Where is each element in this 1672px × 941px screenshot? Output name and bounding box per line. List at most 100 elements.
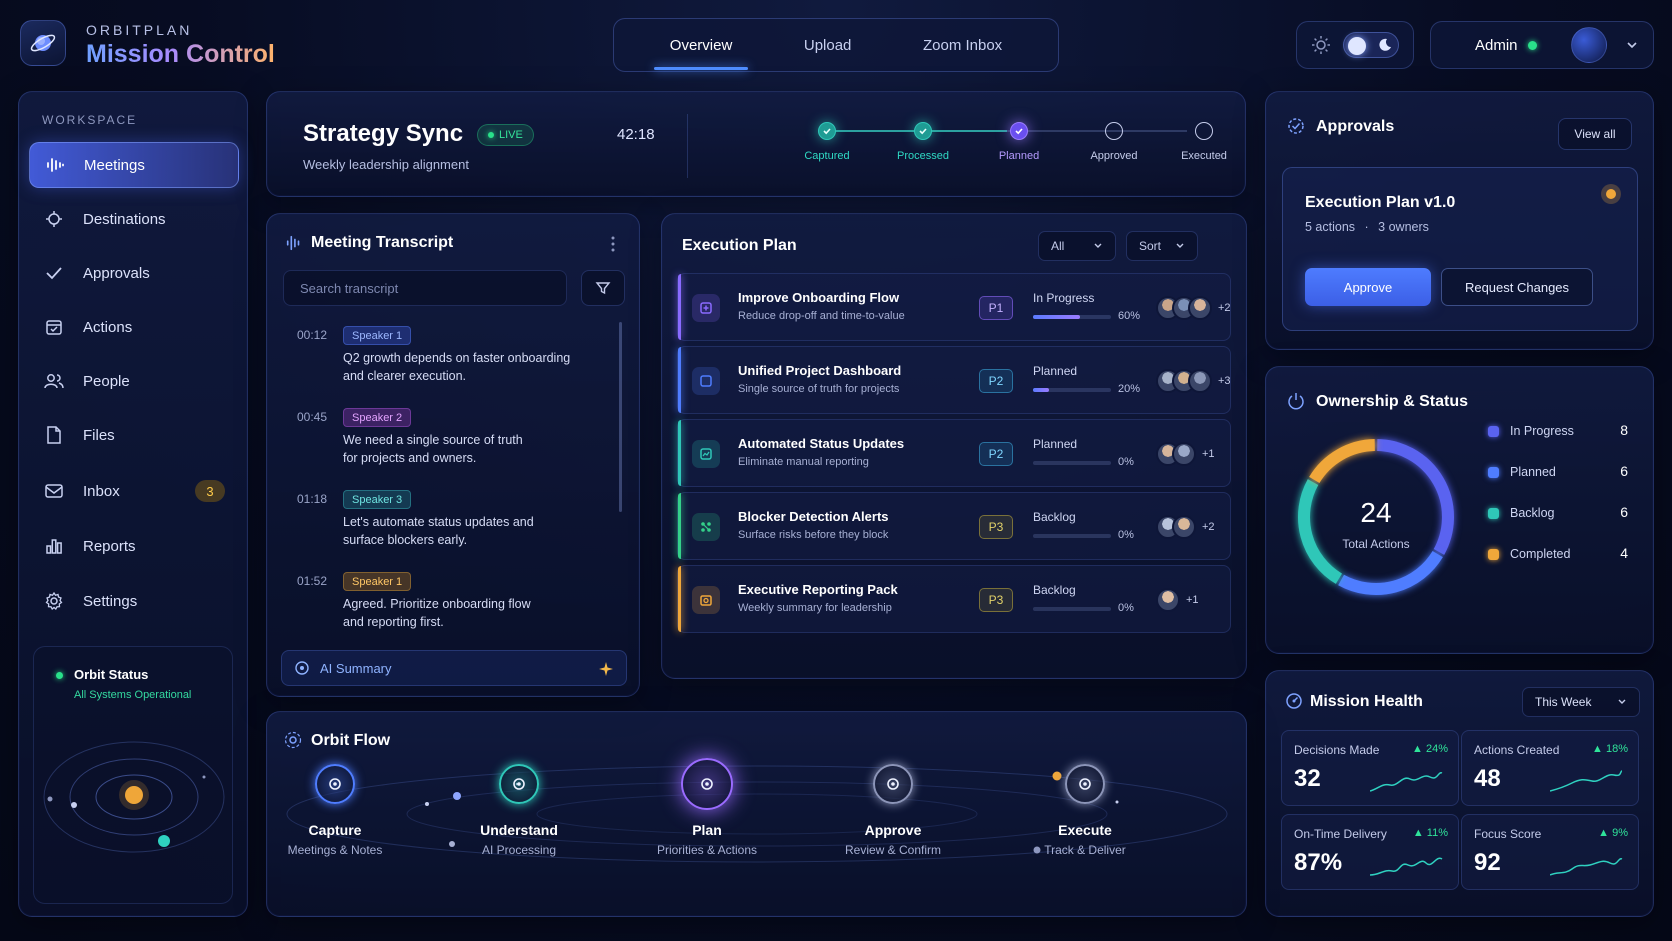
tab-upload[interactable]: Upload [788,21,868,70]
task-title: Improve Onboarding Flow [738,290,900,305]
task-icon [692,440,720,468]
dashboard-icon [700,375,712,387]
sidebar-item-meetings[interactable]: Meetings [29,142,239,188]
avatar [1172,515,1196,539]
task-row[interactable]: Unified Project Dashboard Single source o… [677,346,1231,414]
tab-overview[interactable]: Overview [653,21,749,70]
entry-text: We need a single source of truth for proj… [343,431,603,467]
more-assignees-count: +1 [1186,594,1199,606]
user-menu[interactable]: Admin [1430,21,1654,69]
more-vertical-icon[interactable] [611,236,615,252]
task-status: Planned [1033,364,1078,378]
flow-stage-capture[interactable]: Capture Meetings & Notes [255,764,415,857]
theme-switch[interactable] [1343,32,1399,58]
pipeline-step-planned[interactable]: Planned [979,122,1059,162]
tab-zoom-inbox[interactable]: Zoom Inbox [907,21,1018,70]
sidebar-item-people[interactable]: People [29,358,239,404]
flow-stage-understand[interactable]: Understand AI Processing [439,764,599,857]
pipeline-step-processed[interactable]: Processed [883,122,963,162]
progress-fill [1033,315,1080,319]
flow-stage-subtitle: Meetings & Notes [287,843,383,857]
request-changes-button[interactable]: Request Changes [1441,268,1593,306]
metric-label: Actions Created [1474,743,1560,757]
mission-health-panel: Mission Health This Week Decisions Made ▲… [1265,670,1654,917]
task-status: Planned [1033,437,1078,451]
gear-check-icon [1288,118,1304,134]
sidebar-item-inbox[interactable]: Inbox 3 [29,468,239,514]
progress-bar [1033,461,1111,465]
legend-item: Backlog 6 [1488,504,1628,524]
donut-segment-planned[interactable] [1338,550,1443,595]
meeting-subtitle: Weekly leadership alignment [303,157,469,172]
donut-segment-completed[interactable] [1309,439,1376,484]
metric-card[interactable]: Focus Score ▲ 9% 92 [1461,814,1639,890]
task-row[interactable]: Improve Onboarding Flow Reduce drop-off a… [677,273,1231,341]
check-icon [919,128,927,135]
flow-stage-plan[interactable]: Plan Priorities & Actions [627,758,787,857]
assignee-avatars[interactable]: +3 [1156,366,1231,396]
pipeline-step-executed[interactable]: Executed [1164,122,1244,162]
flow-stage-approve[interactable]: Approve Review & Confirm [813,764,973,857]
sidebar-item-label: Approvals [83,264,150,282]
status-filter-select[interactable]: All [1038,231,1116,261]
sidebar-item-destinations[interactable]: Destinations [29,196,239,242]
brand-title: Mission Control [86,40,275,68]
metric-card[interactable]: On-Time Delivery ▲ 11% 87% [1281,814,1459,890]
avatar [1188,296,1212,320]
flow-stage-execute[interactable]: Execute Track & Deliver [1005,764,1165,857]
calendar-check-icon [46,320,62,335]
entry-timestamp: 01:18 [297,492,328,506]
approve-button[interactable]: Approve [1305,268,1431,306]
sidebar-item-label: Settings [83,592,138,610]
metric-label: Decisions Made [1294,743,1380,757]
transcript-scrollbar[interactable] [619,322,622,512]
assignee-avatars[interactable]: +1 [1156,585,1199,615]
sort-select[interactable]: Sort [1126,231,1198,261]
entry-text-line: surface blockers early. [343,533,468,547]
transcript-panel: Meeting Transcript Search transcript 00:… [266,213,640,697]
task-icon [692,367,720,395]
sidebar-item-actions[interactable]: Actions [29,304,239,350]
entry-timestamp: 01:52 [297,574,328,588]
chevron-down-icon [1618,699,1626,704]
pipeline-step-approved[interactable]: Approved [1074,122,1154,162]
search-input[interactable]: Search transcript [283,270,567,306]
ai-summary-button[interactable]: AI Summary [281,650,627,686]
metric-value: 87% [1294,849,1343,876]
filter-button[interactable] [581,270,625,306]
period-select[interactable]: This Week [1522,687,1640,717]
sidebar-item-label: People [83,372,130,390]
task-subtitle: Eliminate manual reporting [738,456,869,468]
avatar[interactable] [1570,27,1607,63]
flow-stage-title: Plan [692,822,722,838]
execution-plan-title: Execution Plan [682,237,797,254]
task-row[interactable]: Automated Status Updates Eliminate manual… [677,419,1231,487]
entry-text-line: Q2 growth depends on faster onboarding [343,351,571,365]
assignee-avatars[interactable]: +1 [1156,439,1215,469]
sidebar-item-settings[interactable]: Settings [29,578,239,624]
task-row[interactable]: Blocker Detection Alerts Surface risks be… [677,492,1231,560]
theme-switch-knob [1348,37,1366,55]
legend-label: Completed [1510,547,1571,561]
chevron-down-icon [1094,243,1102,248]
sidebar-item-approvals[interactable]: Approvals [29,250,239,296]
step-label: Processed [897,150,949,162]
entry-timestamp: 00:12 [297,328,328,342]
moon-icon [1379,38,1391,51]
check-icon [46,267,62,280]
entry-text-line: for projects and owners. [343,451,477,465]
theme-toggle[interactable] [1296,21,1414,69]
task-subtitle: Reduce drop-off and time-to-value [738,310,905,322]
mission-health-title: Mission Health [1310,693,1423,710]
view-all-button[interactable]: View all [1558,118,1632,150]
assignee-avatars[interactable]: +2 [1156,512,1215,542]
chevron-down-icon[interactable] [1625,38,1639,52]
sidebar-item-files[interactable]: Files [29,412,239,458]
pipeline-step-captured[interactable]: Captured [787,122,867,162]
assignee-avatars[interactable]: +2 [1156,293,1231,323]
metric-card[interactable]: Actions Created ▲ 18% 48 [1461,730,1639,806]
sidebar-item-reports[interactable]: Reports [29,523,239,569]
capture-icon [329,778,341,790]
task-row[interactable]: Executive Reporting Pack Weekly summary f… [677,565,1231,633]
metric-card[interactable]: Decisions Made ▲ 24% 32 [1281,730,1459,806]
